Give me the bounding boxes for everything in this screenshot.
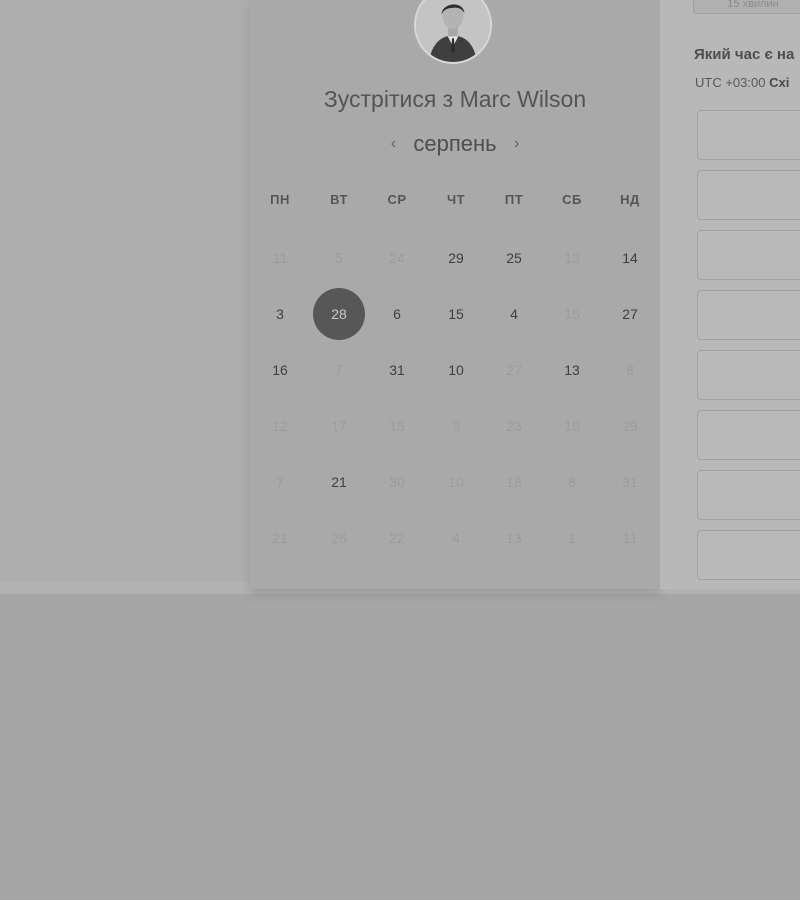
calendar-day[interactable]: 13 — [546, 344, 598, 396]
calendar-panel: Зустрітися з Marc Wilson ‹ серпень › ПН … — [250, 0, 660, 589]
calendar-day[interactable]: 3 — [254, 288, 306, 340]
calendar-day[interactable]: 31 — [371, 344, 423, 396]
calendar-day: 27 — [506, 362, 522, 378]
calendar-day[interactable]: 25 — [488, 232, 540, 284]
calendar-day: 3 — [452, 418, 460, 434]
calendar-day[interactable]: 15 — [430, 288, 482, 340]
timezone-name: Схі — [769, 75, 790, 90]
calendar-day: 13 — [506, 530, 522, 546]
calendar-day: 29 — [622, 418, 638, 434]
calendar-day[interactable]: 27 — [604, 288, 656, 340]
calendar-day[interactable]: 16 — [254, 344, 306, 396]
calendar-day: 11 — [272, 250, 288, 266]
calendar-day: 12 — [272, 418, 288, 434]
time-selection-panel: 15 хвилин Який час є на UTC +03:00 Схі — [660, 0, 800, 589]
duration-tab[interactable]: 15 хвилин — [693, 0, 800, 14]
timezone-selector[interactable]: UTC +03:00 Схі — [695, 75, 789, 90]
time-slot[interactable] — [697, 470, 800, 520]
time-slot[interactable] — [697, 230, 800, 280]
calendar-day: 10 — [448, 474, 464, 490]
calendar-day: 7 — [276, 474, 284, 490]
calendar-day: 22 — [389, 530, 405, 546]
calendar-grid: 11 5 24 29 25 13 14 3 28 6 15 4 15 27 16 7 31 10 27 13 8 12 17… — [250, 0, 660, 589]
calendar-day[interactable]: 6 — [371, 288, 423, 340]
calendar-day: 1 — [568, 530, 576, 546]
time-slot[interactable] — [697, 290, 800, 340]
calendar-day: 26 — [331, 530, 347, 546]
calendar-day: 24 — [389, 250, 405, 266]
calendar-day[interactable]: 29 — [430, 232, 482, 284]
calendar-day: 18 — [506, 474, 522, 490]
calendar-day: 8 — [626, 362, 634, 378]
calendar-day: 15 — [564, 306, 580, 322]
calendar-day: 31 — [622, 474, 638, 490]
calendar-day: 30 — [389, 474, 405, 490]
calendar-day: 21 — [272, 530, 288, 546]
calendar-day: 18 — [564, 418, 580, 434]
calendar-day: 4 — [452, 530, 460, 546]
time-slot[interactable] — [697, 110, 800, 160]
selected-day[interactable]: 28 — [313, 288, 365, 340]
calendar-day: 11 — [622, 530, 638, 546]
calendar-day[interactable]: 4 — [488, 288, 540, 340]
timezone-offset: UTC +03:00 — [695, 75, 766, 90]
calendar-day: 15 — [389, 418, 405, 434]
calendar-day: 13 — [564, 250, 580, 266]
calendar-day: 23 — [506, 418, 522, 434]
time-slot[interactable] — [697, 170, 800, 220]
calendar-day[interactable]: 21 — [313, 456, 365, 508]
calendar-day[interactable]: 14 — [604, 232, 656, 284]
calendar-day: 7 — [335, 362, 343, 378]
calendar-day[interactable]: 10 — [430, 344, 482, 396]
calendar-day: 8 — [568, 474, 576, 490]
time-slot[interactable] — [697, 350, 800, 400]
calendar-day: 5 — [335, 250, 343, 266]
time-question: Який час є на — [694, 46, 795, 63]
time-slot[interactable] — [697, 530, 800, 580]
time-slot[interactable] — [697, 410, 800, 460]
calendar-day: 17 — [331, 418, 347, 434]
